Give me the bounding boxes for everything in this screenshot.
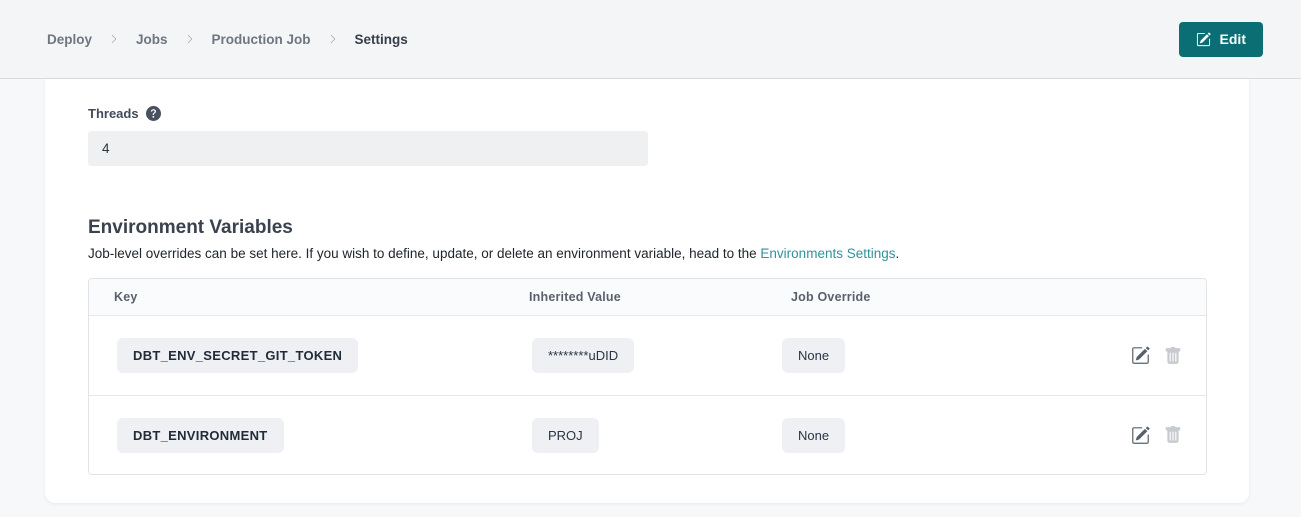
column-header-job-override: Job Override xyxy=(766,290,1181,304)
environment-variables-title: Environment Variables xyxy=(88,217,1207,239)
breadcrumb-item-production-job[interactable]: Production Job xyxy=(212,32,311,47)
job-override-badge: None xyxy=(782,418,845,453)
breadcrumb-bar: Deploy Jobs Production Job Settings Edit xyxy=(0,0,1301,79)
breadcrumb: Deploy Jobs Production Job Settings xyxy=(47,32,408,47)
description-text: Job-level overrides can be set here. If … xyxy=(88,246,760,261)
environments-settings-link[interactable]: Environments Settings xyxy=(760,246,895,261)
environment-variables-section: Environment Variables Job-level override… xyxy=(88,217,1207,475)
settings-card: Threads Environment Variables Job-level … xyxy=(45,79,1249,503)
column-header-key: Key xyxy=(89,290,504,304)
env-var-key-badge: DBT_ENV_SECRET_GIT_TOKEN xyxy=(117,338,358,373)
edit-button[interactable]: Edit xyxy=(1179,22,1263,57)
edit-row-icon[interactable] xyxy=(1131,426,1150,445)
inherited-value-badge: PROJ xyxy=(532,418,599,453)
threads-field-group: Threads xyxy=(88,106,1207,166)
breadcrumb-item-jobs[interactable]: Jobs xyxy=(136,32,168,47)
column-header-inherited-value: Inherited Value xyxy=(504,290,766,304)
chevron-right-icon xyxy=(185,34,195,44)
table-header-row: Key Inherited Value Job Override xyxy=(89,279,1206,316)
job-override-badge: None xyxy=(782,338,845,373)
edit-pencil-icon xyxy=(1196,32,1211,47)
chevron-right-icon xyxy=(109,34,119,44)
breadcrumb-item-settings: Settings xyxy=(355,32,408,47)
description-period: . xyxy=(896,246,900,261)
table-row: DBT_ENV_SECRET_GIT_TOKEN ********uDID No… xyxy=(89,316,1206,395)
edit-row-icon[interactable] xyxy=(1131,346,1150,365)
inherited-value-badge: ********uDID xyxy=(532,338,634,373)
env-var-key-badge: DBT_ENVIRONMENT xyxy=(117,418,284,453)
chevron-right-icon xyxy=(328,34,338,44)
threads-label: Threads xyxy=(88,106,139,121)
table-row: DBT_ENVIRONMENT PROJ None xyxy=(89,395,1206,474)
environment-variables-description: Job-level overrides can be set here. If … xyxy=(88,246,1207,261)
trash-icon[interactable] xyxy=(1164,426,1182,444)
edit-button-label: Edit xyxy=(1220,31,1246,47)
trash-icon[interactable] xyxy=(1164,347,1182,365)
environment-variables-table: Key Inherited Value Job Override DBT_ENV… xyxy=(88,278,1207,475)
breadcrumb-item-deploy[interactable]: Deploy xyxy=(47,32,92,47)
question-circle-icon[interactable] xyxy=(146,106,161,121)
threads-input[interactable] xyxy=(88,131,648,166)
